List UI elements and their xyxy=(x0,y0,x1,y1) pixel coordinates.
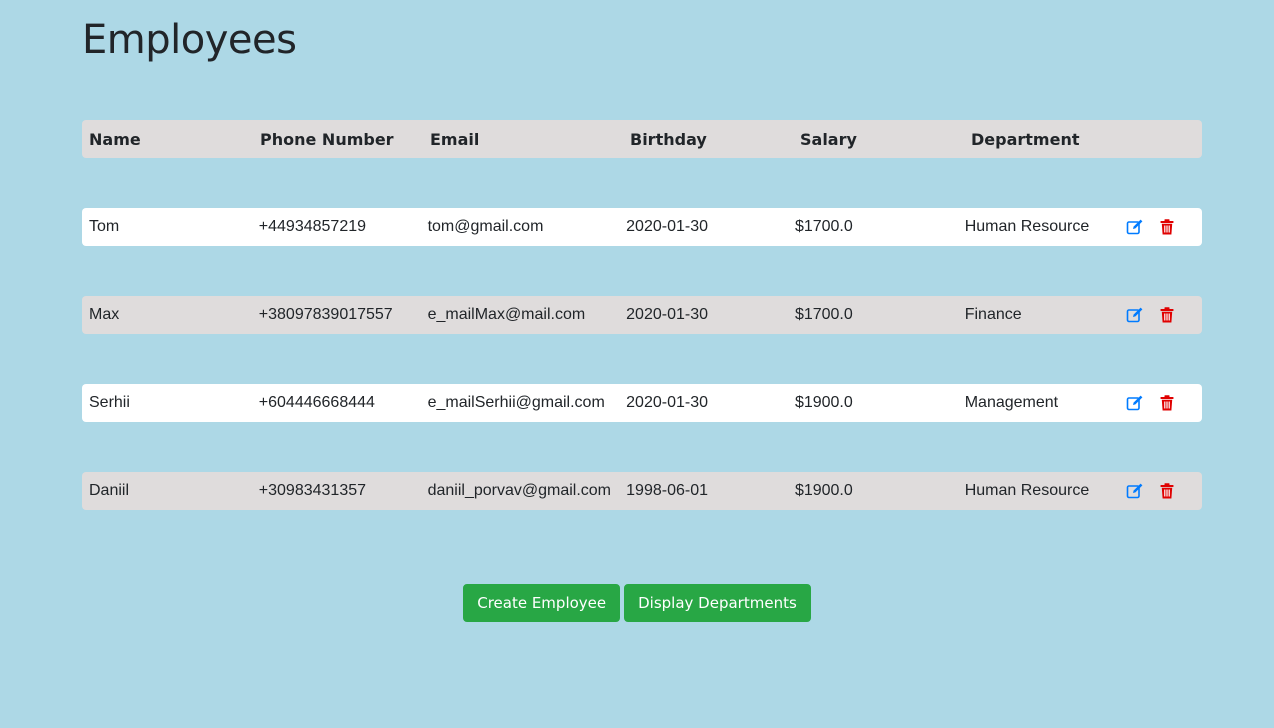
header-name: Name xyxy=(89,129,141,149)
header-email: Email xyxy=(430,129,480,149)
cell-email: daniil_porvav@gmail.com xyxy=(427,482,612,499)
create-employee-button[interactable]: Create Employee xyxy=(463,584,621,622)
cell-phone: +604446668444 xyxy=(258,394,375,411)
header-birthday: Birthday xyxy=(630,129,707,149)
cell-birthday: 2020-01-30 xyxy=(626,394,708,411)
cell-department: Management xyxy=(964,394,1059,411)
cell-phone: +44934857219 xyxy=(258,218,367,235)
cell-department: Human Resource xyxy=(964,218,1090,235)
edit-icon[interactable] xyxy=(1125,305,1145,325)
cell-department: Human Resource xyxy=(964,482,1090,499)
row-actions xyxy=(1117,393,1202,413)
table-row: Serhii +604446668444 e_mailSerhii@gmail.… xyxy=(82,384,1202,422)
cell-email: e_mailMax@mail.com xyxy=(427,306,586,323)
cell-name: Tom xyxy=(89,218,120,235)
cell-email: e_mailSerhii@gmail.com xyxy=(427,394,605,411)
edit-icon[interactable] xyxy=(1125,217,1145,237)
cell-birthday: 1998-06-01 xyxy=(626,482,708,499)
cell-phone: +30983431357 xyxy=(258,482,367,499)
page-title: Employees xyxy=(82,17,297,63)
trash-icon[interactable] xyxy=(1157,481,1177,501)
cell-name: Serhii xyxy=(89,394,130,411)
cell-phone: +38097839017557 xyxy=(258,306,393,323)
cell-department: Finance xyxy=(964,306,1022,323)
cell-salary: $1900.0 xyxy=(794,482,853,499)
cell-salary: $1700.0 xyxy=(794,306,853,323)
cell-birthday: 2020-01-30 xyxy=(626,306,708,323)
row-actions xyxy=(1117,217,1202,237)
edit-icon[interactable] xyxy=(1125,481,1145,501)
table-row: Daniil +30983431357 daniil_porvav@gmail.… xyxy=(82,472,1202,510)
cell-salary: $1900.0 xyxy=(794,394,853,411)
cell-email: tom@gmail.com xyxy=(427,218,544,235)
cell-birthday: 2020-01-30 xyxy=(626,218,708,235)
edit-icon[interactable] xyxy=(1125,393,1145,413)
header-department: Department xyxy=(971,129,1080,149)
header-salary: Salary xyxy=(800,129,857,149)
table-row: Max +38097839017557 e_mailMax@mail.com 2… xyxy=(82,296,1202,334)
header-phone: Phone Number xyxy=(260,129,394,149)
trash-icon[interactable] xyxy=(1157,305,1177,325)
row-actions xyxy=(1117,481,1202,501)
cell-name: Max xyxy=(89,306,120,323)
cell-name: Daniil xyxy=(89,482,130,499)
cell-salary: $1700.0 xyxy=(794,218,853,235)
trash-icon[interactable] xyxy=(1157,217,1177,237)
action-buttons: Create Employee Display Departments xyxy=(0,584,1274,622)
table-row: Tom +44934857219 tom@gmail.com 2020-01-3… xyxy=(82,208,1202,246)
display-departments-button[interactable]: Display Departments xyxy=(624,584,811,622)
row-actions xyxy=(1117,305,1202,325)
table-header: Name Phone Number Email Birthday Salary … xyxy=(82,120,1202,158)
trash-icon[interactable] xyxy=(1157,393,1177,413)
